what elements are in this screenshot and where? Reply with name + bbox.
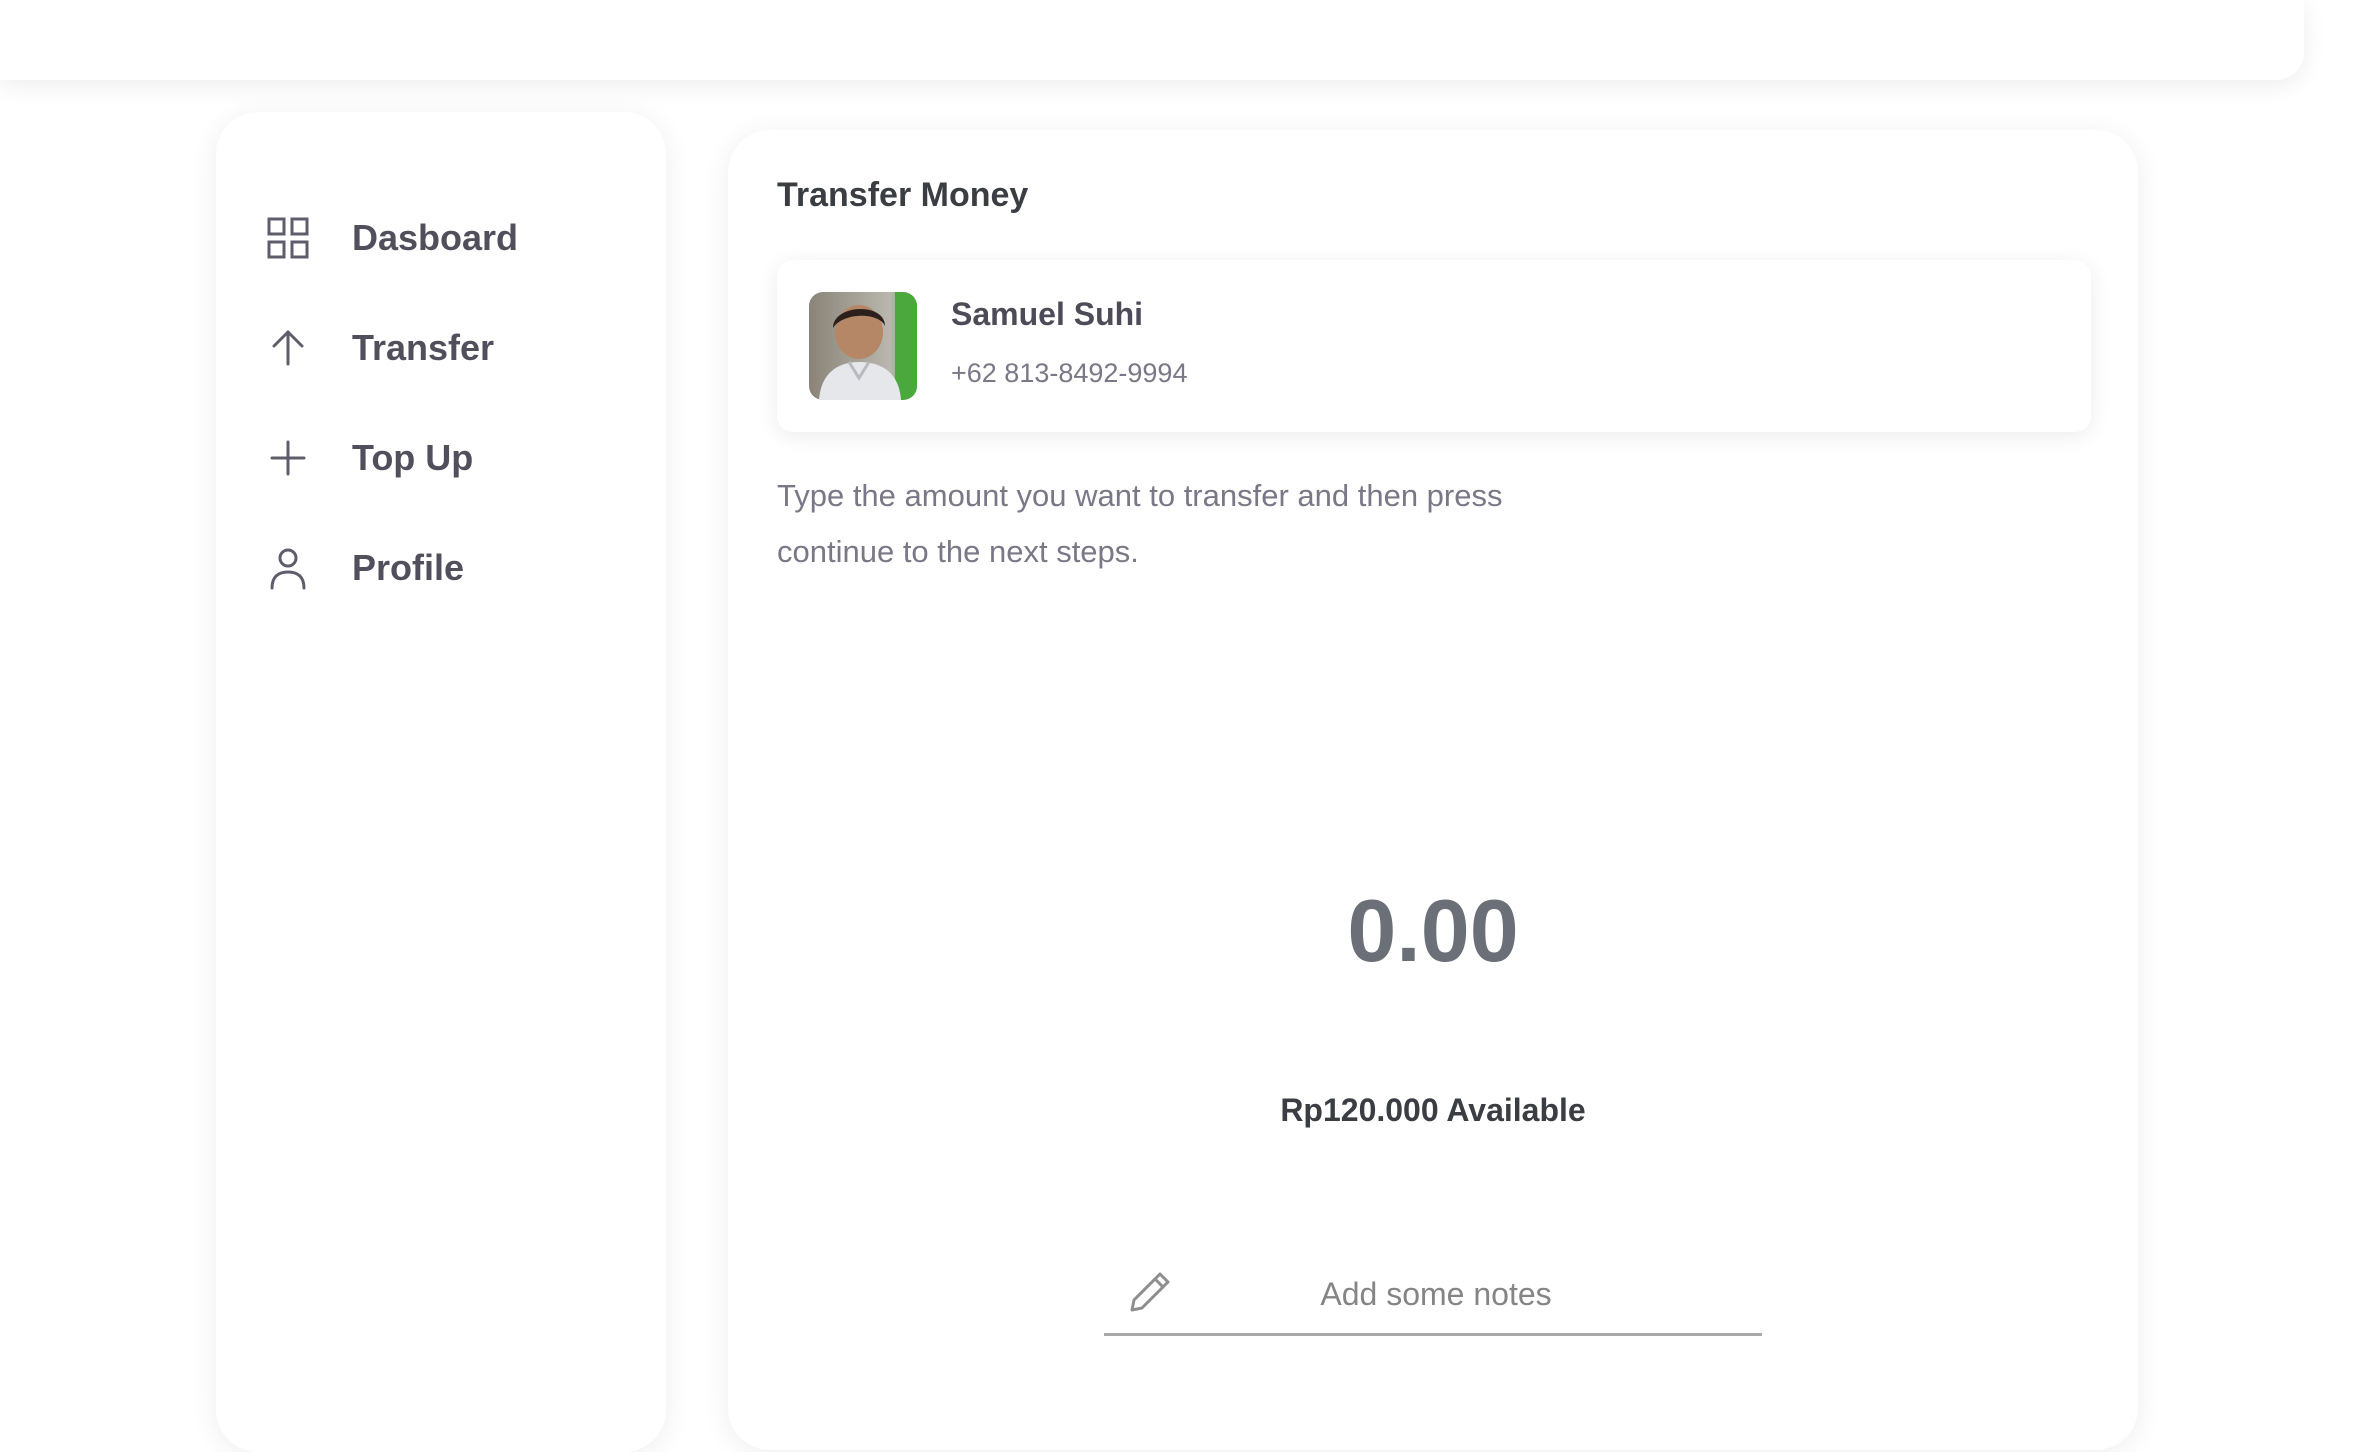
sidebar-item-profile[interactable]: Profile <box>264 528 464 608</box>
transfer-panel: Transfer Money Samuel Suhi +62 813-8492-… <box>728 130 2138 1450</box>
instruction-text: Type the amount you want to transfer and… <box>777 478 1503 569</box>
sidebar-item-label: Dasboard <box>352 217 519 258</box>
sidebar-item-label: Profile <box>352 547 465 588</box>
sidebar-item-dashboard[interactable]: Dasboard <box>264 198 518 278</box>
amount-input[interactable]: 0.00 <box>728 880 2138 982</box>
contact-phone: +62 813-8492-9994 <box>951 358 1188 388</box>
notes-field[interactable] <box>1104 1250 1762 1336</box>
arrow-up-icon <box>264 324 312 372</box>
contact-card[interactable]: Samuel Suhi +62 813-8492-9994 <box>777 260 2091 432</box>
contact-name: Samuel Suhi <box>951 296 1144 332</box>
available-balance: Rp120.000 Available <box>1280 1092 1586 1128</box>
user-icon <box>264 544 312 592</box>
sidebar-item-label: Transfer <box>352 327 495 368</box>
page-title: Transfer Money <box>777 176 1029 214</box>
sidebar-item-transfer[interactable]: Transfer <box>264 308 494 388</box>
avatar <box>809 292 917 400</box>
plus-icon <box>264 434 312 482</box>
sidebar-item-label: Top Up <box>352 437 474 478</box>
notes-input[interactable] <box>1194 1268 1678 1320</box>
pencil-icon <box>1126 1268 1174 1316</box>
grid-icon <box>264 214 312 262</box>
sidebar-item-top-up[interactable]: Top Up <box>264 418 473 498</box>
top-header <box>0 0 2304 80</box>
sidebar: Dasboard Transfer Top Up Profile <box>216 112 666 1452</box>
